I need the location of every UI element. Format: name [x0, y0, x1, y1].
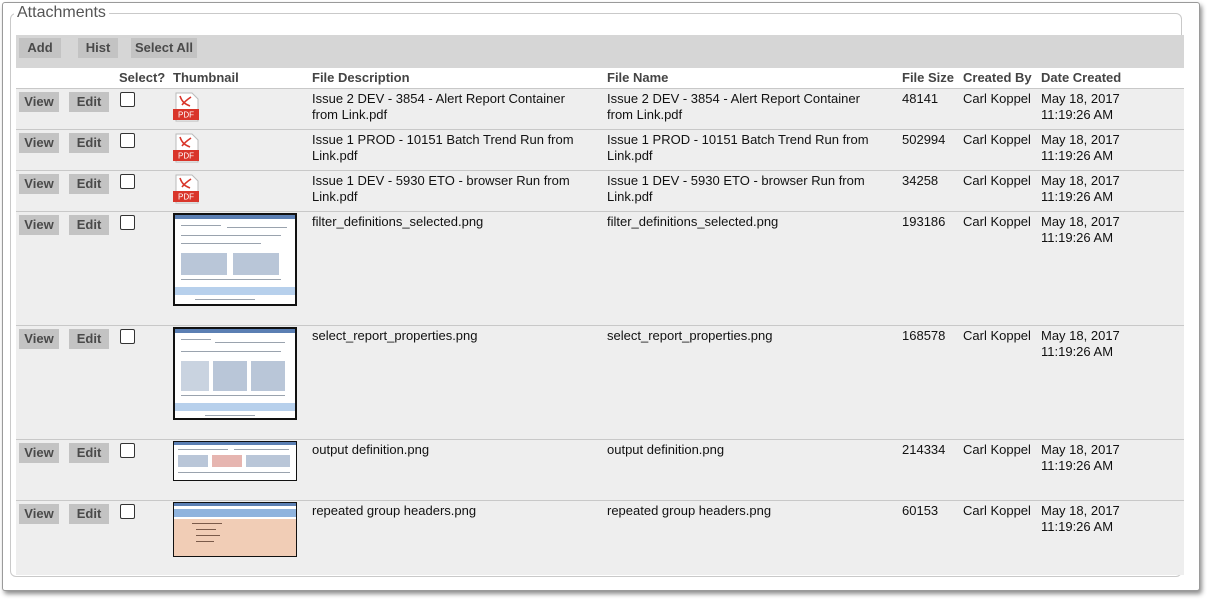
pdf-icon[interactable]: PDF: [173, 174, 201, 204]
file-name: select_report_properties.png: [607, 328, 773, 343]
date-created: May 18, 2017 11:19:26 AM: [1041, 214, 1120, 245]
column-header-file-description: File Description: [312, 70, 410, 85]
pdf-icon[interactable]: PDF: [173, 133, 201, 163]
file-size: 34258: [902, 173, 939, 188]
file-size: 60153: [902, 503, 939, 518]
select-checkbox[interactable]: [120, 133, 135, 148]
view-button[interactable]: View: [19, 329, 59, 349]
edit-button[interactable]: Edit: [69, 504, 109, 524]
select-all-button[interactable]: Select All: [131, 38, 197, 58]
date-created: May 18, 2017 11:19:26 AM: [1041, 173, 1120, 204]
edit-button[interactable]: Edit: [69, 329, 109, 349]
file-description: Issue 1 DEV - 5930 ETO - browser Run fro…: [312, 173, 570, 204]
view-button[interactable]: View: [19, 174, 59, 194]
file-name: Issue 1 DEV - 5930 ETO - browser Run fro…: [607, 173, 865, 204]
file-size: 48141: [902, 91, 939, 106]
file-description: repeated group headers.png: [312, 503, 477, 518]
file-name: output definition.png: [607, 442, 725, 457]
file-size: 214334: [902, 442, 946, 457]
toolbar: Add Hist Select All: [16, 35, 1184, 68]
created-by: Carl Koppel: [963, 132, 1031, 147]
table-row: View Edit filter_definitions_selected.pn…: [16, 211, 1184, 325]
created-by: Carl Koppel: [963, 442, 1031, 457]
table-row: View Edit PDF Issue 1 DEV - 5930 ETO - b…: [16, 170, 1184, 211]
image-thumbnail[interactable]: [173, 502, 297, 557]
file-description: Issue 1 PROD - 10151 Batch Trend Run fro…: [312, 132, 574, 163]
created-by: Carl Koppel: [963, 328, 1031, 343]
pdf-icon[interactable]: PDF: [173, 92, 201, 122]
edit-button[interactable]: Edit: [69, 133, 109, 153]
column-header-file-name: File Name: [607, 70, 669, 85]
date-created: May 18, 2017 11:19:26 AM: [1041, 328, 1120, 359]
table-header: Select? Thumbnail File Description File …: [16, 68, 1184, 88]
column-header-file-size: File Size: [902, 70, 955, 85]
pdf-label: PDF: [178, 193, 194, 202]
image-thumbnail[interactable]: [173, 213, 297, 306]
date-created: May 18, 2017 11:19:26 AM: [1041, 132, 1120, 163]
table-row: View Edit select_report_properties.png s…: [16, 325, 1184, 439]
date-created: May 18, 2017 11:19:26 AM: [1041, 442, 1120, 473]
table-row: View Edit PDF Issue 1 PROD - 10151 Batch…: [16, 129, 1184, 170]
table-row: View Edit repeated group headers.png rep…: [16, 500, 1184, 575]
view-button[interactable]: View: [19, 443, 59, 463]
select-checkbox[interactable]: [120, 329, 135, 344]
date-created: May 18, 2017 11:19:26 AM: [1041, 91, 1120, 122]
file-description: select_report_properties.png: [312, 328, 478, 343]
file-size: 193186: [902, 214, 946, 229]
created-by: Carl Koppel: [963, 214, 1031, 229]
edit-button[interactable]: Edit: [69, 443, 109, 463]
file-name: filter_definitions_selected.png: [607, 214, 779, 229]
hist-button[interactable]: Hist: [78, 38, 118, 58]
date-created: May 18, 2017 11:19:26 AM: [1041, 503, 1120, 534]
column-header-thumbnail: Thumbnail: [173, 70, 239, 85]
select-checkbox[interactable]: [120, 504, 135, 519]
image-thumbnail[interactable]: [173, 327, 297, 420]
file-size: 502994: [902, 132, 946, 147]
file-name: Issue 2 DEV - 3854 - Alert Report Contai…: [607, 91, 860, 122]
select-checkbox[interactable]: [120, 215, 135, 230]
column-header-date-created: Date Created: [1041, 70, 1122, 85]
view-button[interactable]: View: [19, 215, 59, 235]
edit-button[interactable]: Edit: [69, 92, 109, 112]
view-button[interactable]: View: [19, 92, 59, 112]
pdf-label: PDF: [178, 152, 194, 161]
edit-button[interactable]: Edit: [69, 174, 109, 194]
table-row: View Edit PDF Issue 2 DEV - 3854 - Alert…: [16, 88, 1184, 129]
file-name: repeated group headers.png: [607, 503, 772, 518]
file-name: Issue 1 PROD - 10151 Batch Trend Run fro…: [607, 132, 869, 163]
image-thumbnail[interactable]: [173, 441, 297, 481]
select-checkbox[interactable]: [120, 174, 135, 189]
table-row: View Edit output definition.png output d…: [16, 439, 1184, 500]
file-size: 168578: [902, 328, 946, 343]
file-description: Issue 2 DEV - 3854 - Alert Report Contai…: [312, 91, 565, 122]
view-button[interactable]: View: [19, 133, 59, 153]
column-header-created-by: Created By: [963, 70, 1032, 85]
created-by: Carl Koppel: [963, 91, 1031, 106]
created-by: Carl Koppel: [963, 503, 1031, 518]
attachments-panel: Attachments Add Hist Select All Select? …: [2, 2, 1200, 591]
created-by: Carl Koppel: [963, 173, 1031, 188]
edit-button[interactable]: Edit: [69, 215, 109, 235]
pdf-label: PDF: [178, 111, 194, 120]
file-description: output definition.png: [312, 442, 430, 457]
view-button[interactable]: View: [19, 504, 59, 524]
select-checkbox[interactable]: [120, 92, 135, 107]
attachments-table: View Edit PDF Issue 2 DEV - 3854 - Alert…: [16, 88, 1184, 575]
column-header-select: Select?: [119, 70, 166, 85]
add-button[interactable]: Add: [19, 38, 61, 58]
section-title: Attachments: [17, 4, 106, 21]
select-checkbox[interactable]: [120, 443, 135, 458]
file-description: filter_definitions_selected.png: [312, 214, 484, 229]
